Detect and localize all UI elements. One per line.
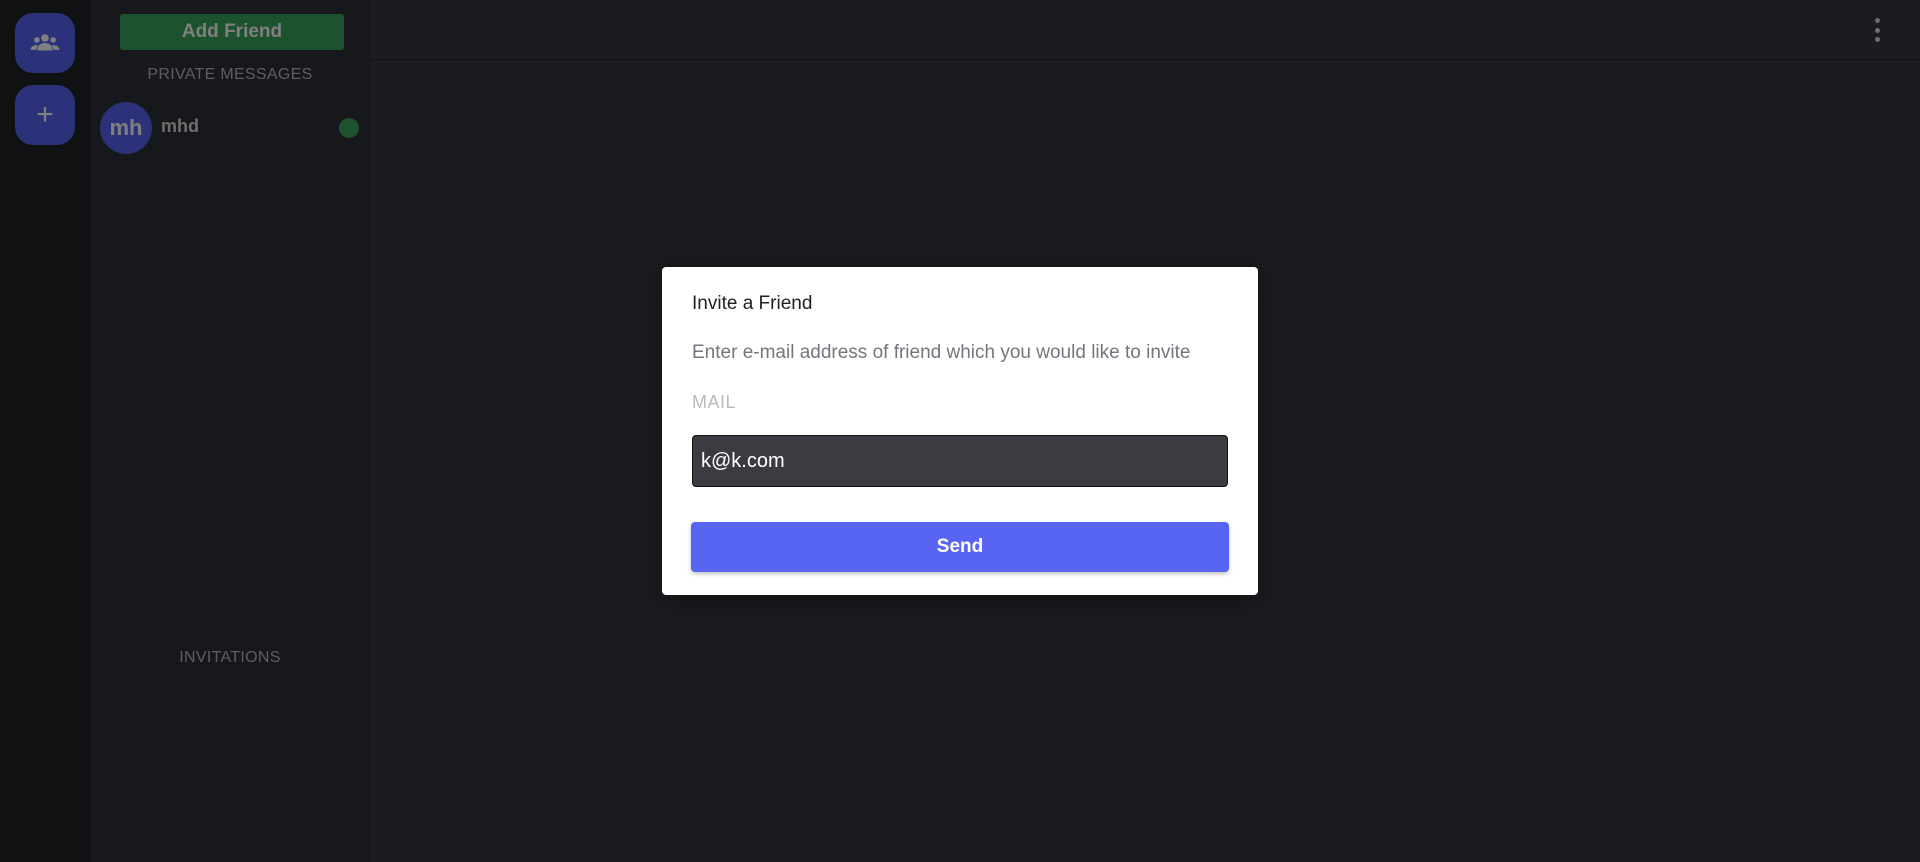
invite-friend-dialog: Invite a Friend Enter e-mail address of … xyxy=(662,267,1258,595)
send-button[interactable]: Send xyxy=(691,522,1229,572)
dialog-title: Invite a Friend xyxy=(692,293,813,314)
dialog-description: Enter e-mail address of friend which you… xyxy=(692,342,1191,363)
mail-field-label: MAIL xyxy=(692,392,737,412)
email-field[interactable] xyxy=(692,435,1228,487)
